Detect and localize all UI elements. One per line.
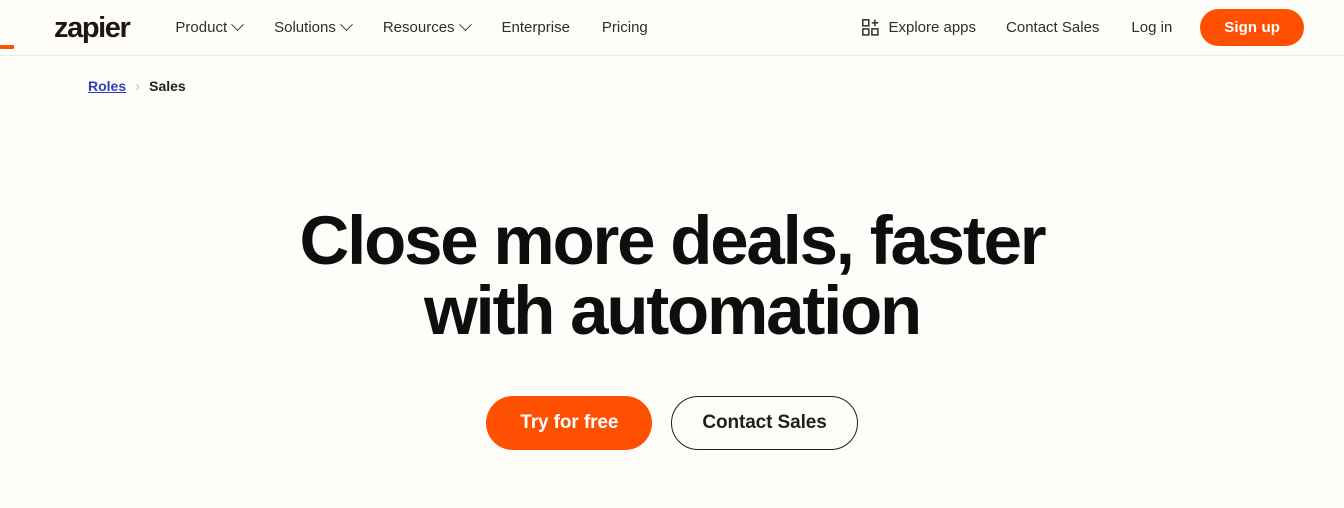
page-title: Close more deals, faster with automation [299, 202, 1047, 349]
hero-cta-group: Try for free Contact Sales [0, 396, 1344, 450]
chevron-down-icon [458, 18, 472, 32]
sign-up-button[interactable]: Sign up [1200, 9, 1304, 46]
try-for-free-button[interactable]: Try for free [486, 396, 653, 450]
primary-nav-links: Product Solutions Resources Enterprise P… [159, 11, 663, 44]
explore-apps-label: Explore apps [888, 19, 977, 36]
grid-plus-icon [862, 19, 880, 36]
zapier-logo-dash-icon [0, 45, 14, 49]
nav-item-product[interactable]: Product [159, 11, 258, 44]
chevron-down-icon [231, 18, 244, 32]
top-navigation-bar: zapier Product Solutions Resources Enter… [0, 0, 1344, 56]
nav-item-pricing[interactable]: Pricing [586, 11, 664, 44]
hero-section: Close more deals, faster with automation… [0, 94, 1344, 450]
breadcrumb: Roles › Sales [0, 56, 1344, 94]
explore-apps-button[interactable]: Explore apps [850, 11, 988, 44]
log-in-link[interactable]: Log in [1117, 11, 1186, 44]
nav-item-resources[interactable]: Resources [367, 11, 486, 44]
nav-item-product-label: Product [175, 19, 228, 36]
zapier-logo[interactable]: zapier [0, 11, 131, 49]
chevron-down-icon [339, 18, 353, 32]
nav-item-resources-label: Resources [382, 19, 455, 36]
nav-item-enterprise-label: Enterprise [501, 19, 570, 36]
zapier-logo-wordmark: zapier [54, 11, 131, 44]
nav-item-pricing-label: Pricing [601, 19, 648, 36]
contact-sales-nav-link[interactable]: Contact Sales [992, 11, 1113, 44]
breadcrumb-current-sales: Sales [149, 78, 186, 94]
nav-item-enterprise[interactable]: Enterprise [486, 11, 586, 44]
contact-sales-button[interactable]: Contact Sales [671, 396, 858, 450]
breadcrumb-link-roles[interactable]: Roles [88, 78, 126, 94]
nav-right-cluster: Explore apps Contact Sales Log in Sign u… [850, 9, 1304, 46]
nav-item-solutions[interactable]: Solutions [258, 11, 367, 44]
nav-item-solutions-label: Solutions [274, 19, 336, 36]
chevron-right-icon: › [135, 77, 141, 95]
